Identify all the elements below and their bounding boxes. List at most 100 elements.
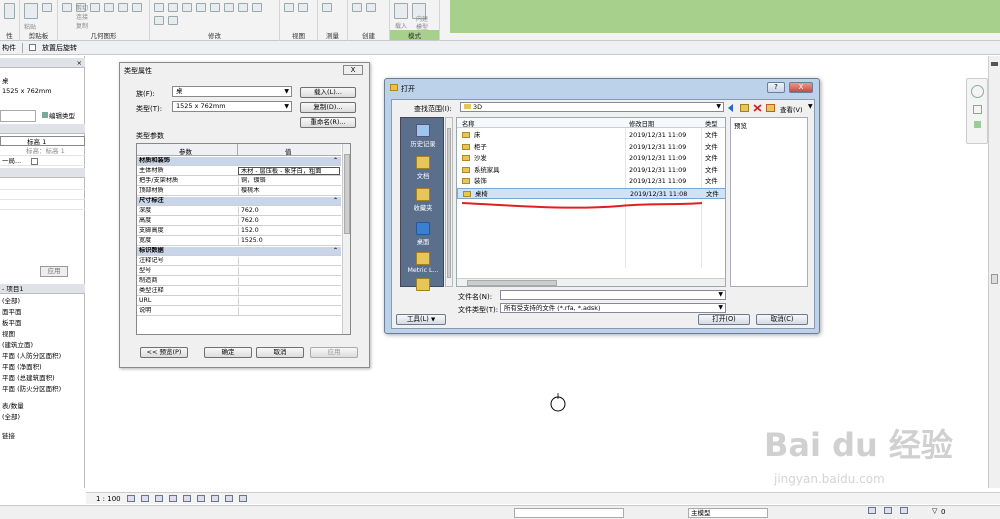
browser-item[interactable]: 表/数量: [0, 401, 85, 411]
visual-style-icon[interactable]: [140, 495, 149, 502]
table-row[interactable]: 注释记号: [137, 257, 341, 266]
name-column-header[interactable]: 名称: [462, 119, 475, 128]
place-history[interactable]: 历史记录: [401, 124, 445, 148]
analytical-model-icon[interactable]: [238, 495, 247, 502]
table-row[interactable]: 顶部材质 樱桃木: [137, 187, 341, 196]
crop-view-icon[interactable]: [182, 495, 191, 502]
file-row[interactable]: 系统家具 2019/12/31 11:09 文件: [457, 165, 725, 176]
type-selector[interactable]: [0, 110, 36, 122]
select-pinned-icon[interactable]: [900, 507, 908, 514]
date-column-header[interactable]: 修改日期: [629, 119, 654, 128]
param-value[interactable]: [238, 277, 340, 285]
scale-icon[interactable]: [252, 3, 262, 12]
apply-button[interactable]: 应用: [40, 266, 68, 277]
scroll-thumb[interactable]: [447, 128, 451, 278]
shadows-icon[interactable]: [168, 495, 177, 502]
copy-icon[interactable]: [90, 3, 100, 12]
ok-button[interactable]: 确定: [204, 347, 252, 358]
move-with-checkbox[interactable]: [31, 157, 39, 165]
browser-item[interactable]: 平面 (人防分区面积): [0, 351, 85, 361]
back-arrow-icon[interactable]: [728, 104, 737, 112]
edit-type-button[interactable]: 编辑类型: [40, 111, 85, 121]
table-row[interactable]: 说明: [137, 307, 341, 316]
browser-item[interactable]: 平面 (防火分区面积): [0, 384, 85, 394]
browser-item[interactable]: 视图: [0, 329, 85, 339]
split-icon[interactable]: [104, 3, 114, 12]
model-select[interactable]: 主模型: [688, 508, 768, 518]
collapse-icon[interactable]: ⌃: [333, 157, 338, 165]
apply-button[interactable]: 应用: [310, 347, 358, 358]
up-folder-icon[interactable]: [740, 104, 749, 112]
table-row[interactable]: 高度 762.0: [137, 217, 341, 226]
param-group-header[interactable]: 尺寸标注 ⌃: [137, 197, 341, 206]
view-icon[interactable]: [284, 3, 294, 12]
move-icon[interactable]: [196, 3, 206, 12]
browser-item[interactable]: 面平面: [0, 307, 85, 317]
level-value[interactable]: 标高 1: [0, 136, 85, 146]
param-group-header[interactable]: 材质和装饰 ⌃: [137, 157, 341, 166]
table-row[interactable]: 支脚高度 152.0: [137, 227, 341, 236]
rotate-icon[interactable]: [210, 3, 220, 12]
param-value[interactable]: [238, 287, 340, 295]
param-value[interactable]: [238, 257, 340, 265]
collapse-icon[interactable]: ⌃: [333, 197, 338, 205]
param-value[interactable]: [238, 267, 340, 275]
close-icon[interactable]: ×: [77, 58, 82, 67]
table-row[interactable]: 类型注释: [137, 287, 341, 296]
trim-icon[interactable]: [224, 3, 234, 12]
open-button[interactable]: 打开(O): [698, 314, 750, 325]
array-icon[interactable]: [238, 3, 248, 12]
paste-icon[interactable]: [24, 3, 38, 19]
face-icon[interactable]: [118, 3, 128, 12]
create-icon[interactable]: [352, 3, 362, 12]
pin-icon[interactable]: [154, 16, 164, 25]
param-value[interactable]: 铜，镀铬: [238, 177, 340, 185]
duplicate-button[interactable]: 复制(D)...: [300, 102, 356, 113]
cancel-button[interactable]: 取消: [256, 347, 304, 358]
show-crop-icon[interactable]: [196, 495, 205, 502]
browser-item[interactable]: (全部): [0, 412, 85, 422]
temp-hide-icon[interactable]: [210, 495, 219, 502]
group-icon[interactable]: [366, 3, 376, 12]
cancel-button[interactable]: 取消(C): [756, 314, 808, 325]
family-select[interactable]: 桌 ▼: [172, 86, 292, 97]
param-value[interactable]: 木材 - 层压板 - 象牙白，粗面: [238, 167, 340, 175]
detail-level-icon[interactable]: [126, 495, 135, 502]
scroll-thumb[interactable]: [344, 154, 350, 234]
places-scrollbar[interactable]: [445, 117, 453, 287]
place-favorites[interactable]: 收藏夹: [401, 188, 445, 212]
param-group-header[interactable]: 标识数据 ⌃: [137, 247, 341, 256]
delete-icon[interactable]: [168, 16, 178, 25]
file-row[interactable]: 装饰 2019/12/31 11:09 文件: [457, 176, 725, 187]
vertical-scrollbar[interactable]: [988, 56, 1000, 488]
place-desktop[interactable]: 桌面: [401, 222, 445, 246]
browser-item[interactable]: 链接: [0, 431, 85, 441]
table-row[interactable]: 深度 762.0: [137, 207, 341, 216]
param-value[interactable]: 1525.0: [238, 237, 340, 245]
filename-input[interactable]: ▼: [500, 290, 726, 300]
offset-icon[interactable]: [168, 3, 178, 12]
workset-select[interactable]: [514, 508, 624, 518]
chevron-down-icon[interactable]: ▼: [808, 103, 813, 110]
table-row[interactable]: 主体材质 木材 - 层压板 - 象牙白，粗面: [137, 167, 341, 176]
browser-item[interactable]: 平面 (净面积): [0, 362, 85, 372]
browser-item[interactable]: 板平面: [0, 318, 85, 328]
param-value[interactable]: 762.0: [238, 217, 340, 225]
tools-button[interactable]: 工具(L) ▼: [396, 314, 446, 325]
file-row[interactable]: 柜子 2019/12/31 11:09 文件: [457, 142, 725, 153]
place-extra[interactable]: [401, 278, 445, 293]
table-row[interactable]: 制造商: [137, 277, 341, 286]
file-row[interactable]: 床 2019/12/31 11:09 文件: [457, 130, 725, 141]
place-metric-library[interactable]: Metric L...: [401, 252, 445, 274]
browser-item[interactable]: (全部): [0, 296, 85, 306]
sun-path-icon[interactable]: [154, 495, 163, 502]
table-row[interactable]: 宽度 1525.0: [137, 237, 341, 246]
pan-icon[interactable]: [974, 121, 981, 128]
delete-icon[interactable]: [753, 104, 762, 112]
horizontal-scrollbar[interactable]: [457, 278, 725, 286]
browser-item[interactable]: 平面 (总建筑面积): [0, 373, 85, 383]
view-menu[interactable]: 查看(V): [780, 104, 803, 114]
scroll-thumb[interactable]: [467, 280, 557, 286]
align-icon[interactable]: [154, 3, 164, 12]
param-value[interactable]: [238, 297, 340, 305]
